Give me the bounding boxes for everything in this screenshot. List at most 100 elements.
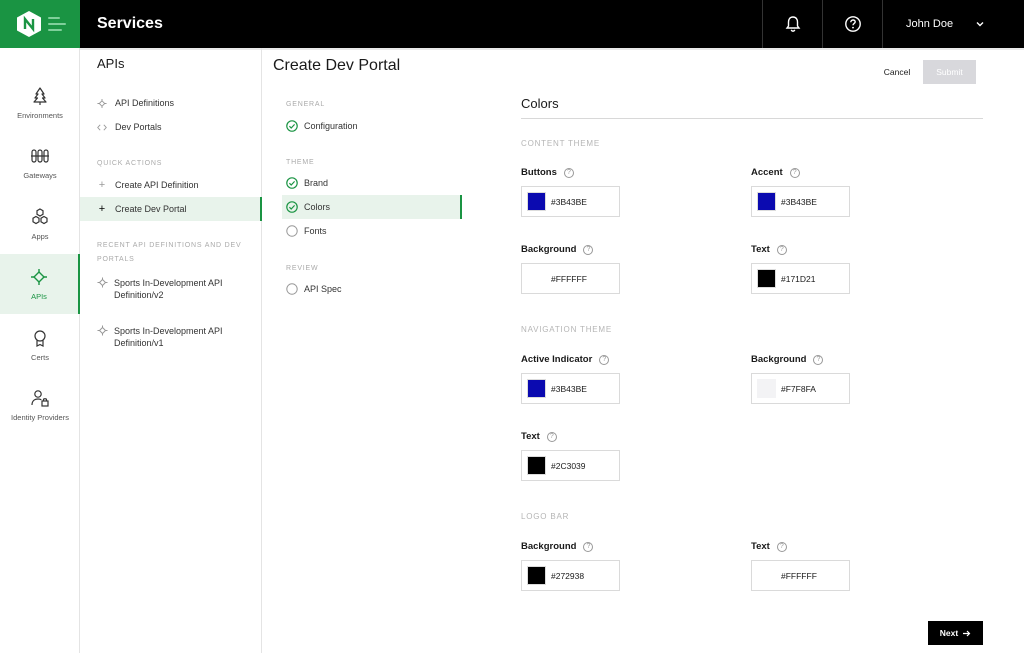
color-value: #3B43BE: [551, 196, 587, 207]
rail-item-certs[interactable]: Certs: [0, 315, 80, 375]
active-indicator-color-label: Active Indicator ?: [521, 354, 610, 365]
help-icon[interactable]: ?: [776, 541, 787, 552]
help-icon[interactable]: ?: [583, 244, 594, 255]
secnav-item-label: Create API Definition: [115, 180, 199, 190]
code-icon: [97, 122, 107, 132]
primary-nav-rail: Environments Gateways Apps APIs Certs Id…: [0, 48, 80, 653]
field-label-text: Text: [751, 244, 770, 255]
rail-item-label: Apps: [31, 232, 49, 241]
logo-bar-text-color-field[interactable]: #FFFFFF: [751, 560, 850, 591]
buttons-color-label: Buttons ?: [521, 167, 574, 178]
quick-actions-heading: QUICK ACTIONS: [97, 160, 163, 167]
navigation-text-color-field[interactable]: #2C3039: [521, 450, 620, 481]
notifications-button[interactable]: [762, 0, 822, 48]
rail-item-label: Gateways: [23, 171, 57, 180]
content-text-color-field[interactable]: #171D21: [751, 263, 850, 294]
content-background-color-field[interactable]: #FFFFFF: [521, 263, 620, 294]
create-api-definition-link[interactable]: + Create API Definition: [80, 173, 262, 197]
navigation-background-color-field[interactable]: #F7F8FA: [751, 373, 850, 404]
recent-heading: RECENT API DEFINITIONS AND DEV PORTALS: [97, 242, 242, 263]
secnav-item-label: Dev Portals: [115, 122, 162, 132]
bell-icon: [785, 16, 800, 32]
logo-bar-background-color-field[interactable]: #272938: [521, 560, 620, 591]
api-definition-icon: [97, 325, 108, 349]
colors-divider: [521, 118, 983, 119]
rail-item-identity-providers[interactable]: Identity Providers: [0, 375, 80, 435]
step-colors[interactable]: Colors: [282, 195, 462, 219]
rail-item-environments[interactable]: Environments: [0, 73, 80, 133]
rail-item-label: Identity Providers: [11, 413, 69, 422]
plus-icon: +: [98, 203, 106, 215]
buttons-color-field[interactable]: #3B43BE: [521, 186, 620, 217]
arrow-right-icon: [963, 630, 971, 636]
active-indicator-color-field[interactable]: #3B43BE: [521, 373, 620, 404]
check-circle-icon: [286, 201, 298, 213]
color-swatch[interactable]: [757, 566, 776, 585]
apps-icon: [32, 208, 48, 225]
step-brand[interactable]: Brand: [282, 171, 462, 195]
step-fonts[interactable]: Fonts: [282, 219, 462, 243]
help-button[interactable]: [822, 0, 882, 48]
field-label-text: Text: [521, 431, 540, 442]
api-definition-icon: [97, 277, 108, 301]
color-swatch[interactable]: [757, 269, 776, 288]
step-configuration[interactable]: Configuration: [282, 114, 462, 138]
color-value: #FFFFFF: [551, 273, 587, 284]
help-icon[interactable]: ?: [813, 354, 824, 365]
color-value: #171D21: [781, 273, 816, 284]
navigation-theme-heading: NAVIGATION THEME: [521, 325, 613, 334]
field-label-text: Background: [521, 541, 577, 552]
app-title: Services: [97, 15, 163, 32]
help-icon[interactable]: ?: [776, 244, 787, 255]
color-value: #FFFFFF: [781, 570, 817, 581]
cancel-button[interactable]: Cancel: [872, 62, 922, 82]
next-button[interactable]: Next: [928, 621, 983, 645]
create-dev-portal-link[interactable]: + Create Dev Portal: [80, 197, 262, 221]
help-icon[interactable]: ?: [563, 167, 574, 178]
color-value: #272938: [551, 570, 585, 581]
nginx-logo[interactable]: [0, 0, 80, 48]
help-icon[interactable]: ?: [789, 167, 800, 178]
content-theme-heading: CONTENT THEME: [521, 139, 600, 148]
rail-item-gateways[interactable]: Gateways: [0, 133, 80, 193]
chevron-down-icon: [976, 22, 984, 27]
secondary-nav: APIs API Definitions Dev Portals QUICK A…: [80, 48, 262, 653]
accent-color-field[interactable]: #3B43BE: [751, 186, 850, 217]
user-menu[interactable]: John Doe: [882, 0, 1024, 48]
color-swatch[interactable]: [757, 379, 776, 398]
help-icon[interactable]: ?: [583, 541, 594, 552]
help-icon[interactable]: ?: [546, 431, 557, 442]
color-swatch[interactable]: [527, 269, 546, 288]
secnav-item-dev-portals[interactable]: Dev Portals: [80, 115, 262, 139]
submit-button[interactable]: Submit: [923, 60, 976, 84]
plus-icon: +: [98, 179, 106, 191]
secnav-item-api-definitions[interactable]: API Definitions: [80, 91, 262, 115]
step-label: Brand: [304, 178, 329, 188]
nginx-hexagon-icon: [17, 11, 41, 37]
next-button-label: Next: [939, 628, 959, 638]
field-label-text: Text: [751, 541, 770, 552]
color-swatch[interactable]: [757, 192, 776, 211]
recent-item[interactable]: Sports In-Development API Definition/v1: [97, 325, 257, 349]
color-swatch[interactable]: [527, 192, 546, 211]
tree-icon: [33, 87, 47, 105]
certificate-icon: [34, 330, 46, 347]
rail-item-apis[interactable]: APIs: [0, 254, 80, 314]
secnav-title: APIs: [97, 56, 125, 71]
help-icon[interactable]: ?: [599, 354, 610, 365]
step-api-spec[interactable]: API Spec: [282, 277, 462, 301]
secnav-item-label: API Definitions: [115, 98, 175, 108]
color-value: #2C3039: [551, 460, 586, 471]
color-swatch[interactable]: [527, 566, 546, 585]
navigation-text-color-label: Text ?: [521, 431, 557, 442]
color-swatch[interactable]: [527, 379, 546, 398]
field-label-text: Buttons: [521, 167, 557, 178]
color-swatch[interactable]: [527, 456, 546, 475]
recent-item-label: Sports In-Development API Definition/v2: [114, 278, 223, 300]
color-value: #F7F8FA: [781, 383, 816, 394]
field-label-text: Background: [521, 244, 577, 255]
field-label-text: Accent: [751, 167, 783, 178]
recent-item[interactable]: Sports In-Development API Definition/v2: [97, 277, 257, 301]
step-label: Fonts: [304, 226, 327, 236]
rail-item-apps[interactable]: Apps: [0, 194, 80, 254]
